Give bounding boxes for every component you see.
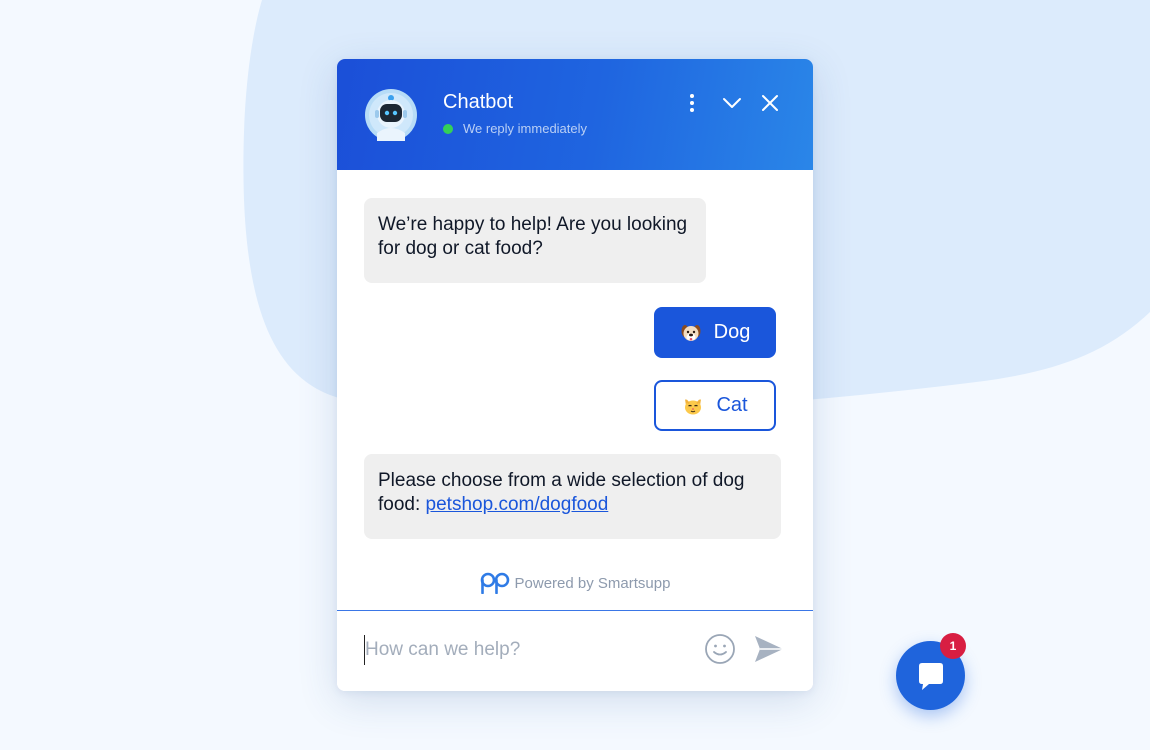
notification-badge: 1 <box>940 633 966 659</box>
more-vertical-icon <box>690 94 694 112</box>
online-dot-icon <box>443 124 453 134</box>
send-icon[interactable] <box>752 632 786 666</box>
message-input[interactable] <box>364 635 685 665</box>
chat-window: Chatbot We reply immediately We’re happy… <box>337 59 813 691</box>
composer <box>337 610 813 691</box>
chat-header: Chatbot We reply immediately <box>337 59 813 170</box>
status-indicator: We reply immediately <box>443 121 587 137</box>
status-text: We reply immediately <box>463 121 588 136</box>
close-icon <box>762 95 778 111</box>
dog-face-icon <box>681 324 701 341</box>
bot-message: Please choose from a wide selection of d… <box>364 454 781 539</box>
dogfood-link[interactable]: petshop.com/dogfood <box>426 494 609 515</box>
chat-bubble-icon <box>918 662 943 690</box>
powered-by: Powered by Smartsupp <box>337 572 813 594</box>
bot-message: We’re happy to help! Are you looking for… <box>364 198 706 283</box>
quick-reply-cat[interactable]: Cat <box>654 380 776 431</box>
chat-title: Chatbot <box>443 91 514 113</box>
smartsupp-logo-icon <box>480 572 509 594</box>
close-button[interactable] <box>758 91 782 115</box>
menu-button[interactable] <box>680 91 704 115</box>
quick-reply-dog[interactable]: Dog <box>654 307 776 358</box>
minimize-button[interactable] <box>720 91 744 115</box>
robot-avatar-icon <box>365 89 417 141</box>
chevron-down-icon <box>723 98 741 108</box>
powered-by-text: Powered by Smartsupp <box>514 574 671 592</box>
emoji-icon[interactable] <box>704 633 736 665</box>
quick-reply-label: Cat <box>716 394 748 416</box>
cat-face-icon <box>685 398 702 414</box>
quick-reply-label: Dog <box>713 321 751 343</box>
message-list: We’re happy to help! Are you looking for… <box>337 170 813 610</box>
